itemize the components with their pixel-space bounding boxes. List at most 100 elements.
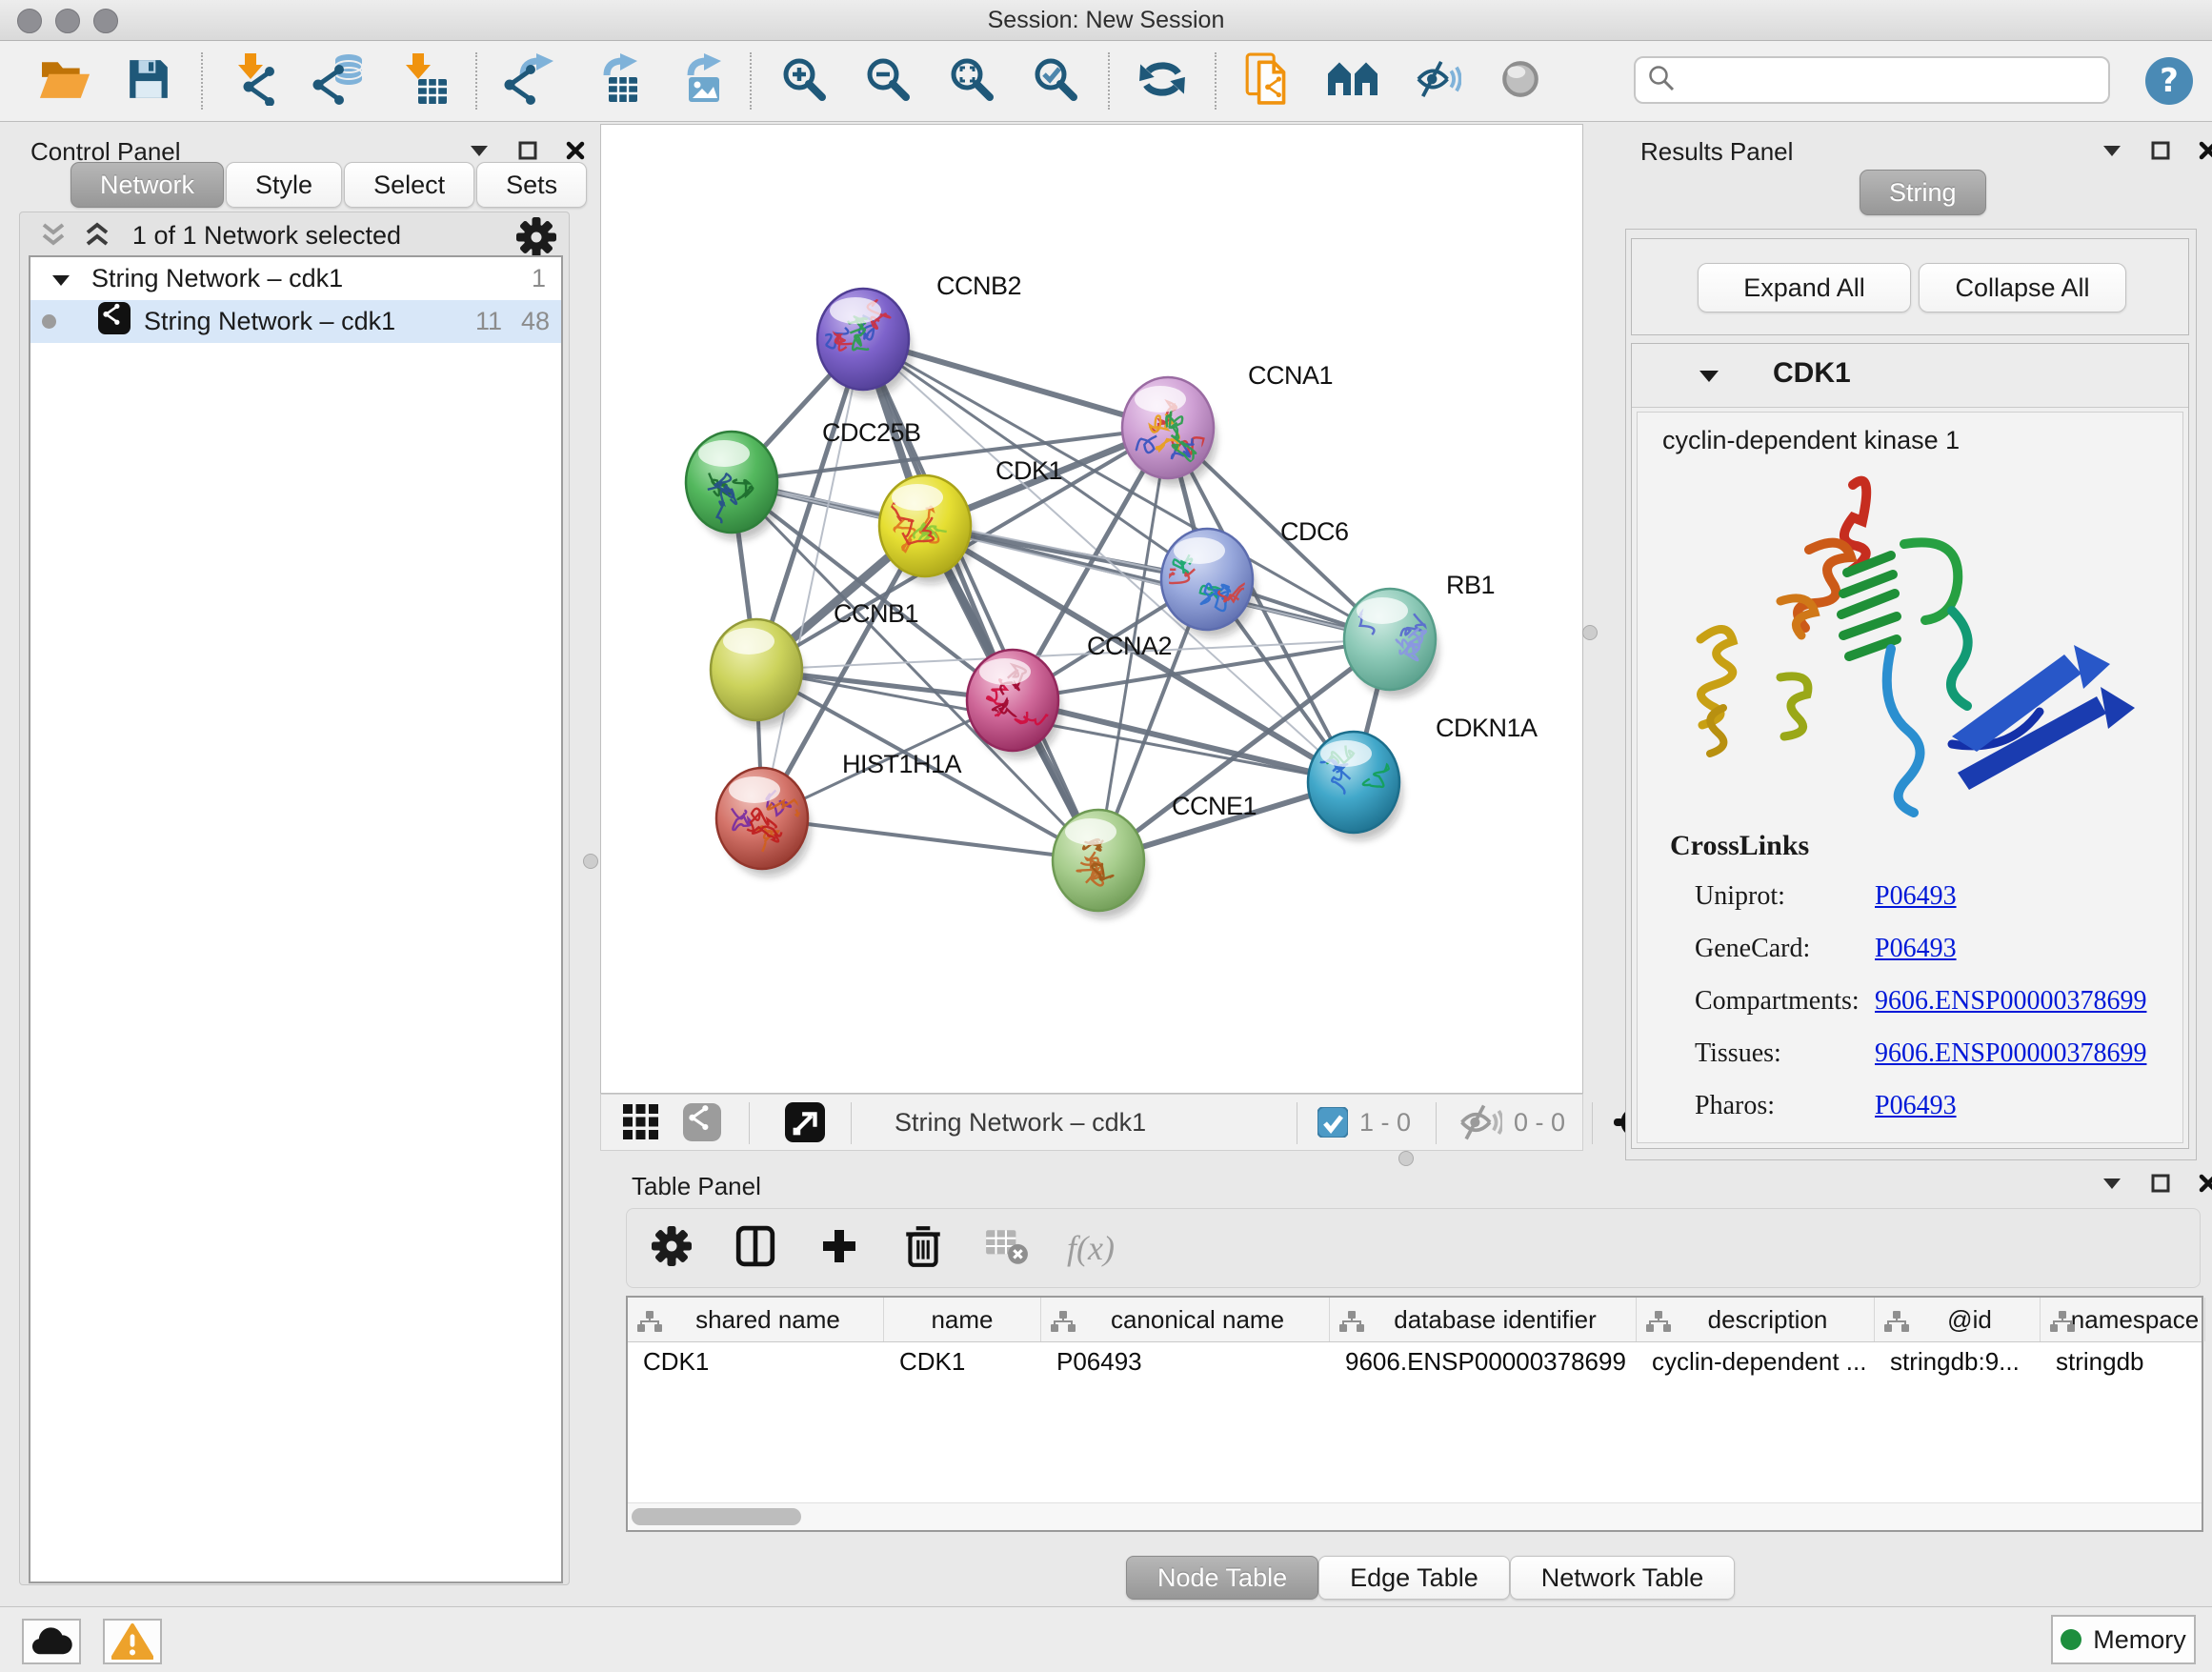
tab-style[interactable]: Style (226, 162, 342, 208)
crosslink-label: Uniprot: (1695, 881, 1785, 912)
node-CCNE1: CCNE1 (1053, 792, 1257, 918)
column-header-description[interactable]: description (1637, 1298, 1875, 1341)
section-collapse-triangle-icon[interactable] (1699, 369, 1719, 388)
table-cell[interactable]: P06493 (1041, 1341, 1330, 1381)
string-network-badge-icon[interactable] (683, 1095, 721, 1150)
show-all-button[interactable] (1478, 50, 1562, 111)
open-in-window-icon[interactable] (785, 1095, 825, 1150)
bottom-splitter-handle[interactable] (1398, 1151, 1414, 1166)
expand-all-button[interactable]: Expand All (1698, 263, 1911, 312)
control-panel-menu-icon[interactable] (469, 144, 490, 162)
save-session-button[interactable] (107, 50, 191, 111)
crosslink-label: Pharos: (1695, 1091, 1775, 1121)
table-cell[interactable]: CDK1 (628, 1341, 884, 1381)
network-collection-row[interactable]: String Network – cdk1 1 (30, 257, 561, 300)
toolbar-separator (1097, 52, 1120, 110)
create-column-button[interactable] (812, 1219, 867, 1277)
selected-checkbox-icon[interactable] (1317, 1095, 1348, 1150)
node-CCNA2: CCNA2 (967, 632, 1172, 758)
export-table-button[interactable] (572, 50, 655, 111)
crosslink-link[interactable]: P06493 (1875, 934, 1957, 964)
column-header--id[interactable]: @id (1875, 1298, 2041, 1341)
cloud-button[interactable] (22, 1619, 81, 1664)
table-cell[interactable]: 9606.ENSP00000378699 (1330, 1341, 1637, 1381)
table-panel-close-icon[interactable] (2199, 1174, 2212, 1198)
zoom-out-button[interactable] (846, 50, 930, 111)
scrollbar-thumb[interactable] (632, 1508, 801, 1525)
warnings-button[interactable] (103, 1619, 162, 1664)
node-RB1: RB1 (1344, 571, 1495, 697)
table-cell[interactable]: CDK1 (884, 1341, 1041, 1381)
fx-icon: f(x) (1067, 1228, 1115, 1268)
crosslink-link[interactable]: 9606.ENSP00000378699 (1875, 1038, 2146, 1069)
column-header-namespace[interactable]: namespace (2041, 1298, 2205, 1341)
first-neighbors-button[interactable] (1120, 50, 1204, 111)
export-network-button[interactable] (488, 50, 572, 111)
crosslink-link[interactable]: 9606.ENSP00000378699 (1875, 986, 2146, 1017)
import-network-from-file-button[interactable] (213, 50, 297, 111)
search-input[interactable] (1676, 66, 2089, 94)
protein-details: cyclin-dependent kinase 1 CrossLinks Uni… (1637, 412, 2183, 1143)
column-header-shared-name[interactable]: shared name (628, 1298, 884, 1341)
houses-icon (1325, 58, 1380, 105)
help-button[interactable]: ? (2143, 55, 2195, 111)
right-splitter-handle[interactable] (1582, 625, 1598, 640)
open-string-web-button[interactable] (1227, 50, 1311, 111)
zoom-fit-button[interactable] (930, 50, 1014, 111)
hide-selected-button[interactable] (1395, 50, 1478, 111)
protein-section-header[interactable]: CDK1 (1632, 344, 2188, 408)
import-network-from-database-button[interactable] (297, 50, 381, 111)
column-header-database-identifier[interactable]: database identifier (1330, 1298, 1637, 1341)
table-cell[interactable]: cyclin-dependent ... (1637, 1341, 1875, 1381)
tab-string[interactable]: String (1860, 170, 1986, 215)
table-horizontal-scrollbar[interactable] (628, 1502, 2202, 1530)
string-home-button[interactable] (1311, 50, 1395, 111)
results-panel-float-icon[interactable] (2151, 141, 2170, 165)
crosslink-link[interactable]: P06493 (1875, 1091, 1957, 1121)
results-panel-menu-icon[interactable] (2101, 144, 2122, 162)
open-session-button[interactable] (23, 50, 107, 111)
import-table-from-file-button[interactable] (381, 50, 465, 111)
column-header-canonical-name[interactable]: canonical name (1041, 1298, 1330, 1341)
tab-sets[interactable]: Sets (476, 162, 587, 208)
memory-button[interactable]: Memory (2051, 1615, 2196, 1664)
zoom-selected-button[interactable] (1014, 50, 1097, 111)
tab-edge-table[interactable]: Edge Table (1318, 1556, 1510, 1600)
tab-network-table[interactable]: Network Table (1510, 1556, 1736, 1600)
tab-node-table[interactable]: Node Table (1126, 1556, 1318, 1600)
export-image-icon (670, 52, 725, 111)
collapse-all-button[interactable]: Collapse All (1919, 263, 2126, 312)
zoom-in-button[interactable] (762, 50, 846, 111)
grid-view-icon[interactable] (622, 1095, 660, 1150)
string-app-badge-icon (98, 302, 131, 341)
tab-network[interactable]: Network (70, 162, 224, 208)
folder-open-icon (38, 56, 91, 107)
tab-select[interactable]: Select (344, 162, 474, 208)
network-row[interactable]: String Network – cdk1 11 48 (30, 300, 561, 343)
network-status-dot-icon (42, 314, 56, 329)
node-label-CCNB1: CCNB1 (834, 599, 918, 628)
table-panel-tabs: Node TableEdge TableNetwork Table (1126, 1556, 1735, 1598)
gear-icon (650, 1224, 694, 1273)
crosslink-link[interactable]: P06493 (1875, 881, 1957, 912)
tree-expand-triangle-icon[interactable] (51, 264, 70, 293)
export-image-button[interactable] (655, 50, 739, 111)
table-options-button[interactable] (644, 1219, 699, 1277)
node-label-CCNA2: CCNA2 (1087, 632, 1172, 660)
left-splitter-handle[interactable] (583, 854, 598, 869)
network-view-toolbar: String Network – cdk1 1 - 0 0 - 0 (600, 1094, 1583, 1151)
network-canvas[interactable]: CCNB2 CCNA1 CDC25B CDK1 CDC6 RB1 CCNB1 (600, 124, 1583, 1094)
node-label-CDK1: CDK1 (995, 456, 1062, 485)
table-cell[interactable]: stringdb:9... (1875, 1341, 2041, 1381)
table-panel-float-icon[interactable] (2151, 1174, 2170, 1198)
table-panel-menu-icon[interactable] (2101, 1177, 2122, 1195)
delete-column-button[interactable] (895, 1219, 951, 1277)
columns-icon (734, 1225, 776, 1272)
table-cell[interactable]: stringdb (2041, 1341, 2205, 1381)
table-header-row: shared name name canonical name database… (628, 1298, 2202, 1342)
export-table-icon (586, 52, 641, 111)
show-columns-button[interactable] (728, 1219, 783, 1277)
node-table: shared name name canonical name database… (626, 1296, 2203, 1532)
results-panel-close-icon[interactable] (2199, 141, 2212, 165)
column-header-name[interactable]: name (884, 1298, 1041, 1341)
